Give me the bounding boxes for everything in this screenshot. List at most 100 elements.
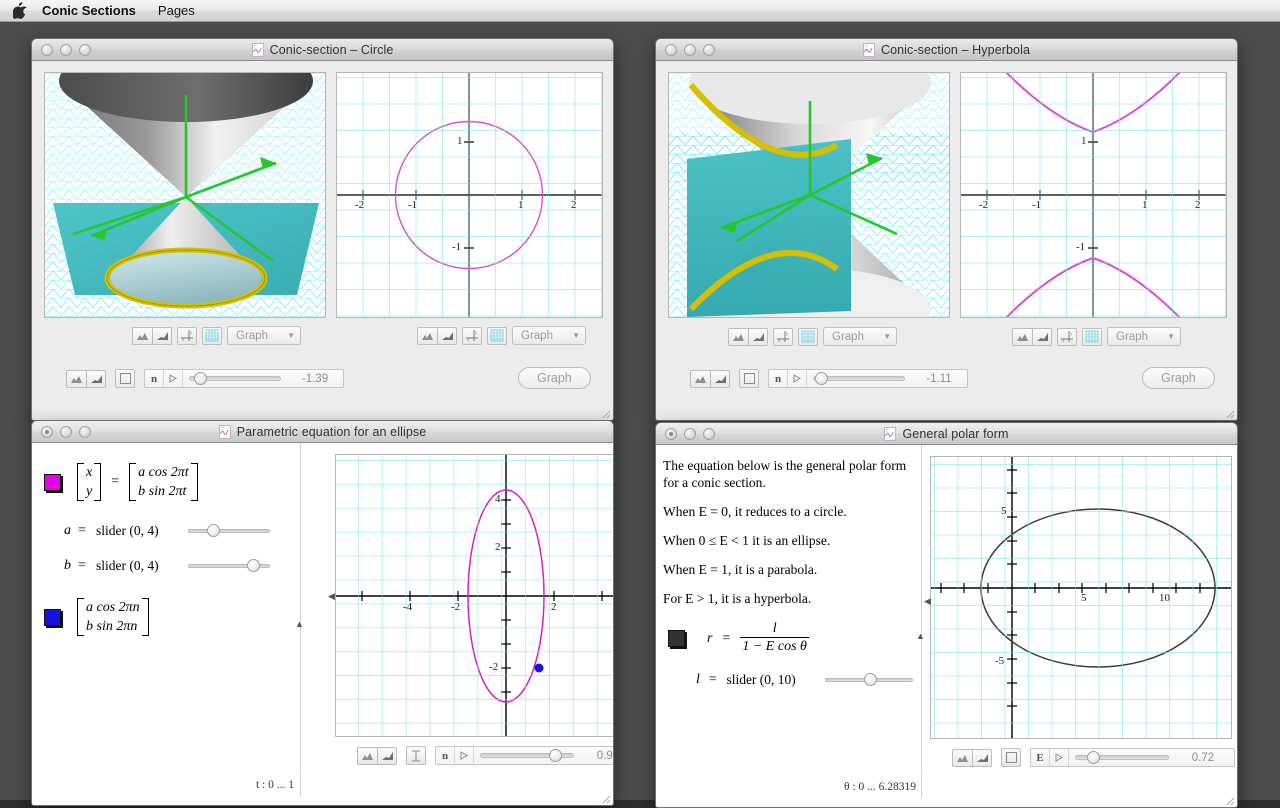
play-button[interactable] xyxy=(164,370,183,387)
chart-style-group-polar[interactable] xyxy=(952,748,992,767)
axes-toggle-icon[interactable]: y x xyxy=(462,326,482,345)
window-controls-circle[interactable] xyxy=(32,43,91,56)
stop-square-button[interactable] xyxy=(739,369,759,388)
graph-view-circle[interactable]: -2 -1 1 2 1 -1 xyxy=(336,72,603,318)
titlebar-parametric[interactable]: Parametric equation for an ellipse xyxy=(32,421,613,443)
play-button[interactable] xyxy=(455,747,474,764)
slider-knob[interactable] xyxy=(815,372,828,385)
zoom-button[interactable] xyxy=(703,43,715,56)
area-chart-icon[interactable] xyxy=(66,369,86,388)
zoom-button[interactable] xyxy=(79,43,91,56)
parameter-slider-polar[interactable]: E 0.72 xyxy=(1030,748,1235,767)
stop-square-button[interactable] xyxy=(115,369,135,388)
titlebar-hyperbola[interactable]: Conic-section – Hyperbola xyxy=(656,39,1237,61)
area-chart-icon[interactable] xyxy=(690,369,710,388)
titlebar-polar[interactable]: General polar form xyxy=(656,423,1237,445)
grid-toggle-icon[interactable] xyxy=(1082,327,1102,346)
chart-style-group-right[interactable] xyxy=(1012,327,1052,346)
slider-knob-b[interactable] xyxy=(247,559,260,572)
graph-button-hyperbola[interactable]: Graph xyxy=(1142,367,1215,389)
window-resize-handle[interactable] xyxy=(598,406,611,419)
slider-knob[interactable] xyxy=(549,749,562,762)
area-chart-icon[interactable] xyxy=(1012,327,1032,346)
window-conic-circle[interactable]: Conic-section – Circle -2 -1 1 2 1 -1 y … xyxy=(31,38,614,421)
minimize-button[interactable] xyxy=(684,427,696,440)
animation-bar-circle[interactable]: n -1.39 xyxy=(66,369,344,388)
slider-knob-a[interactable] xyxy=(207,524,220,537)
line-chart-icon[interactable] xyxy=(972,748,992,767)
animation-bar-parametric[interactable]: n 0.90 xyxy=(357,746,613,765)
point-color-swatch-blue[interactable] xyxy=(44,608,61,626)
curve-color-swatch-magenta[interactable] xyxy=(44,473,61,491)
chart-style-group-right[interactable] xyxy=(417,326,457,345)
zoom-button[interactable] xyxy=(703,427,715,440)
graph-view-hyperbola[interactable]: -2 -1 1 2 1 -1 xyxy=(960,72,1227,318)
graph-button-circle[interactable]: Graph xyxy=(518,367,591,389)
range-bounds-button[interactable] xyxy=(406,746,426,765)
apple-logo-icon[interactable] xyxy=(12,2,28,20)
toolbar-graph-circle[interactable]: y x Graph ▼ xyxy=(417,326,586,345)
parameter-slider-circle[interactable]: n -1.39 xyxy=(144,369,344,388)
toolbar-graph-hyperbola[interactable]: y x Graph ▼ xyxy=(1012,327,1181,346)
line-chart-icon[interactable] xyxy=(748,327,768,346)
graph-type-popup-left[interactable]: Graph ▼ xyxy=(227,326,301,345)
slider-row-l[interactable]: l = slider (0, 10) xyxy=(663,672,913,688)
minimize-button[interactable] xyxy=(60,425,72,438)
close-button[interactable] xyxy=(665,43,677,56)
graph-view-parametric[interactable]: -4 -2 2 4 2 -2 xyxy=(335,454,613,737)
curve-color-swatch-black[interactable] xyxy=(668,630,685,647)
menu-item-app-name[interactable]: Conic Sections xyxy=(42,3,136,18)
area-chart-icon[interactable] xyxy=(417,326,437,345)
animation-bar-polar[interactable]: E 0.72 xyxy=(952,748,1235,767)
chart-style-group-parametric[interactable] xyxy=(357,746,397,765)
animation-bar-hyperbola[interactable]: n -1.11 xyxy=(690,369,968,388)
slider-knob[interactable] xyxy=(194,372,207,385)
minimize-button[interactable] xyxy=(60,43,72,56)
slider-row-a[interactable]: a = slider (0, 4) xyxy=(44,523,296,539)
grid-toggle-icon[interactable] xyxy=(487,326,507,345)
area-chart-icon[interactable] xyxy=(132,326,152,345)
scroll-up-arrow-icon[interactable]: ▲ xyxy=(295,619,304,629)
scroll-up-arrow-icon[interactable]: ▲ xyxy=(916,631,925,641)
slider-track-l[interactable] xyxy=(824,673,913,686)
toolbar-cone-hyperbola[interactable]: y x Graph ▼ xyxy=(728,327,897,346)
play-button[interactable] xyxy=(1050,749,1069,766)
window-resize-handle[interactable] xyxy=(598,791,611,804)
scroll-left-arrow-icon[interactable]: ◀ xyxy=(328,591,335,602)
chart-style-group-left[interactable] xyxy=(728,327,768,346)
graph-type-popup-left[interactable]: Graph ▼ xyxy=(823,327,897,346)
slider-track-b[interactable] xyxy=(188,559,270,572)
axes-toggle-icon[interactable]: y x xyxy=(1057,327,1077,346)
slider-track-a[interactable] xyxy=(188,524,270,537)
close-button[interactable] xyxy=(41,425,53,438)
graph-type-popup-right[interactable]: Graph ▼ xyxy=(512,326,586,345)
area-chart-icon[interactable] xyxy=(728,327,748,346)
slider-row-b[interactable]: b = slider (0, 4) xyxy=(44,558,296,574)
area-chart-icon[interactable] xyxy=(357,746,377,765)
grid-toggle-icon[interactable] xyxy=(202,326,222,345)
graph-type-popup-right[interactable]: Graph ▼ xyxy=(1107,327,1181,346)
cone-3d-view-circle[interactable] xyxy=(44,72,326,318)
minimize-button[interactable] xyxy=(684,43,696,56)
line-chart-icon[interactable] xyxy=(1032,327,1052,346)
toolbar-cone-circle[interactable]: y x Graph ▼ xyxy=(132,326,301,345)
close-button[interactable] xyxy=(41,43,53,56)
axes-toggle-icon[interactable]: y x xyxy=(177,326,197,345)
window-general-polar-form[interactable]: General polar form The equation below is… xyxy=(655,422,1238,808)
window-conic-hyperbola[interactable]: Conic-section – Hyperbola -2 -1 1 2 1 -1… xyxy=(655,38,1238,421)
line-chart-icon[interactable] xyxy=(437,326,457,345)
cone-3d-view-hyperbola[interactable] xyxy=(668,72,950,318)
window-controls-polar[interactable] xyxy=(656,427,715,440)
zoom-button[interactable] xyxy=(79,425,91,438)
chart-style-group-bottom[interactable] xyxy=(66,369,106,388)
line-chart-icon[interactable] xyxy=(86,369,106,388)
titlebar-circle[interactable]: Conic-section – Circle xyxy=(32,39,613,61)
area-chart-icon[interactable] xyxy=(952,748,972,767)
grid-toggle-icon[interactable] xyxy=(798,327,818,346)
window-resize-handle[interactable] xyxy=(1222,406,1235,419)
graph-view-polar[interactable]: 5 10 5 -5 xyxy=(930,456,1232,739)
window-parametric-ellipse[interactable]: Parametric equation for an ellipse x y =… xyxy=(31,420,614,806)
play-button[interactable] xyxy=(788,370,807,387)
parameter-slider-hyperbola[interactable]: n -1.11 xyxy=(768,369,968,388)
menu-item-pages[interactable]: Pages xyxy=(158,3,195,18)
